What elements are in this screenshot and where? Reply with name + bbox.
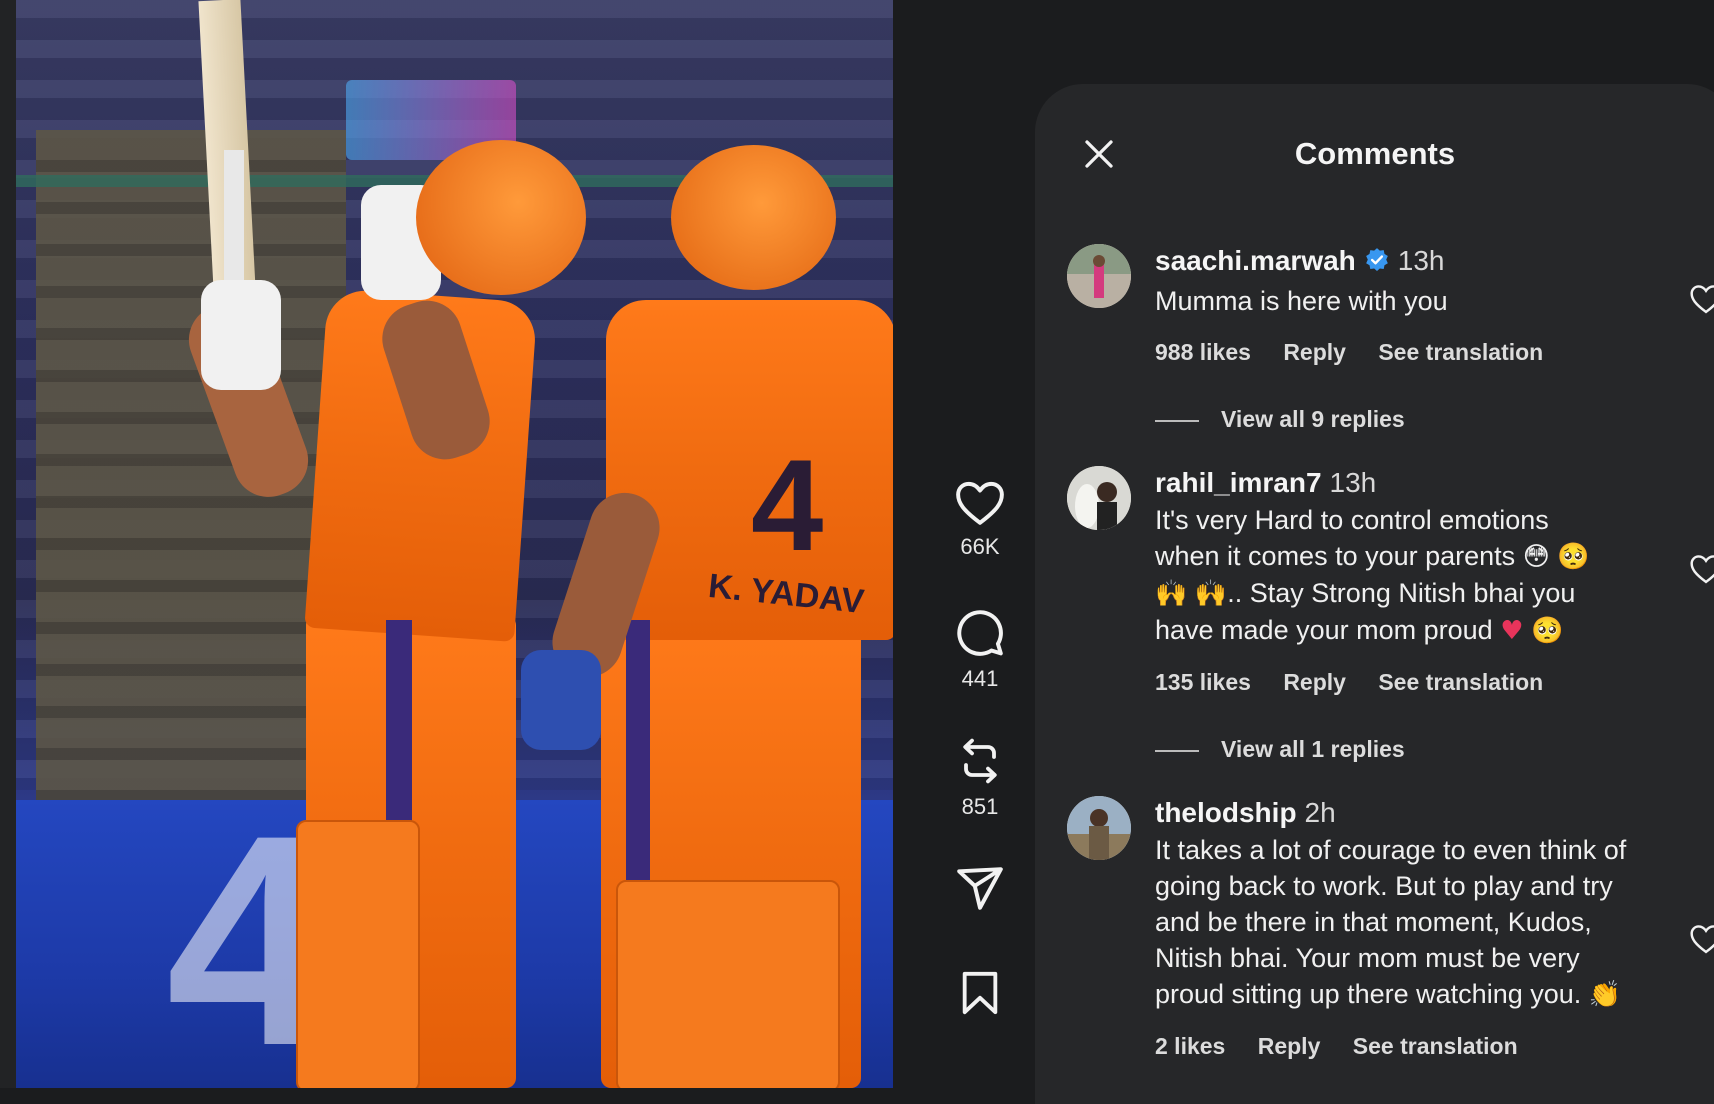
verified-badge-icon — [1364, 247, 1390, 281]
save-action[interactable] — [940, 970, 1020, 1016]
comment-username[interactable]: thelodship — [1155, 797, 1297, 828]
view-replies-label: View all 9 replies — [1221, 406, 1405, 432]
comment-text: It takes a lot of courage to even think … — [1155, 832, 1655, 1013]
bat-grip — [224, 150, 244, 300]
comment-time: 2h — [1304, 797, 1336, 828]
comment-like-button[interactable] — [1689, 924, 1714, 959]
left-edge — [0, 0, 16, 1088]
see-translation-button[interactable]: See translation — [1378, 669, 1543, 695]
repost-icon[interactable] — [956, 736, 1004, 786]
comment-likes[interactable]: 2 likes — [1155, 1033, 1225, 1059]
see-translation-button[interactable]: See translation — [1353, 1033, 1518, 1059]
comment-action[interactable]: 441 — [940, 608, 1020, 692]
comment-likes[interactable]: 135 likes — [1155, 669, 1251, 695]
comment-username[interactable]: rahil_imran7 — [1155, 467, 1322, 498]
avatar[interactable] — [1067, 244, 1131, 308]
heart-icon[interactable] — [1689, 554, 1714, 584]
leg-pad — [616, 880, 840, 1088]
heart-icon[interactable] — [955, 480, 1005, 526]
comment-username[interactable]: saachi.marwah — [1155, 245, 1356, 276]
comment-icon[interactable] — [955, 608, 1005, 658]
comment-text-line: It's very Hard to control emotions — [1155, 505, 1549, 535]
pleading-emoji-icon: 🥺 — [1531, 616, 1564, 646]
comment-like-button[interactable] — [1689, 554, 1714, 589]
comment-text-line: when it comes to your parents — [1155, 541, 1516, 571]
panel-title: Comments — [1294, 136, 1456, 171]
heart-icon[interactable] — [1689, 284, 1714, 314]
repost-count: 851 — [961, 794, 999, 819]
reply-button[interactable]: Reply — [1258, 1033, 1321, 1059]
replies-divider — [1155, 749, 1199, 752]
comment-likes[interactable]: 988 likes — [1155, 339, 1251, 365]
raised-hands-emoji-icon: 🙌 — [1155, 579, 1188, 609]
comment-text: It's very Hard to control emotions when … — [1155, 502, 1635, 649]
raised-hands-emoji-icon: 🙌 — [1194, 579, 1228, 609]
heart-icon[interactable] — [1689, 924, 1714, 954]
pleading-emoji-icon: 🥺 — [1557, 542, 1590, 572]
comment-text-line: have made your mom proud — [1155, 615, 1493, 645]
player-two-helmet — [671, 145, 836, 290]
view-replies-button[interactable]: View all 9 replies — [1155, 406, 1635, 433]
jersey-number: 4 — [751, 432, 824, 578]
comment-text: Mumma is here with you — [1155, 286, 1448, 316]
like-action[interactable]: 66K — [940, 480, 1020, 560]
reply-button[interactable]: Reply — [1283, 669, 1346, 695]
comment-time: 13h — [1329, 467, 1377, 498]
view-replies-label: View all 1 replies — [1221, 736, 1405, 762]
batting-glove — [521, 650, 601, 750]
comment-text-line: .. Stay Strong Nitish bhai you — [1227, 578, 1576, 608]
comment-text-body: It takes a lot of courage to even think … — [1155, 835, 1627, 1009]
comments-panel: Comments saachi.marwah 13h Mumma is here … — [1035, 84, 1714, 1104]
batting-glove — [201, 280, 281, 390]
heart-emoji-icon: ♥ — [1500, 616, 1524, 646]
avatar[interactable] — [1067, 466, 1131, 530]
repost-action[interactable]: 851 — [940, 736, 1020, 820]
comment-time: 13h — [1397, 245, 1445, 276]
comment-count: 441 — [961, 666, 999, 691]
view-replies-button[interactable]: View all 1 replies — [1155, 736, 1635, 763]
avatar[interactable] — [1067, 796, 1131, 860]
reply-button[interactable]: Reply — [1283, 339, 1346, 365]
trouser-stripe — [626, 620, 650, 920]
reel-video[interactable]: 4 4 K. YADAV — [16, 0, 893, 1088]
share-icon[interactable] — [955, 866, 1005, 912]
replies-divider — [1155, 419, 1199, 422]
player-one-helmet — [416, 140, 586, 295]
bookmark-icon[interactable] — [960, 970, 1000, 1016]
share-action[interactable] — [940, 866, 1020, 912]
see-translation-button[interactable]: See translation — [1378, 339, 1543, 365]
like-count: 66K — [960, 534, 1000, 559]
clapping-hands-emoji-icon: 👏 — [1588, 980, 1622, 1010]
flushed-emoji-icon: 😳 — [1522, 542, 1550, 572]
leg-pad — [296, 820, 420, 1088]
comment-like-button[interactable] — [1689, 284, 1714, 319]
